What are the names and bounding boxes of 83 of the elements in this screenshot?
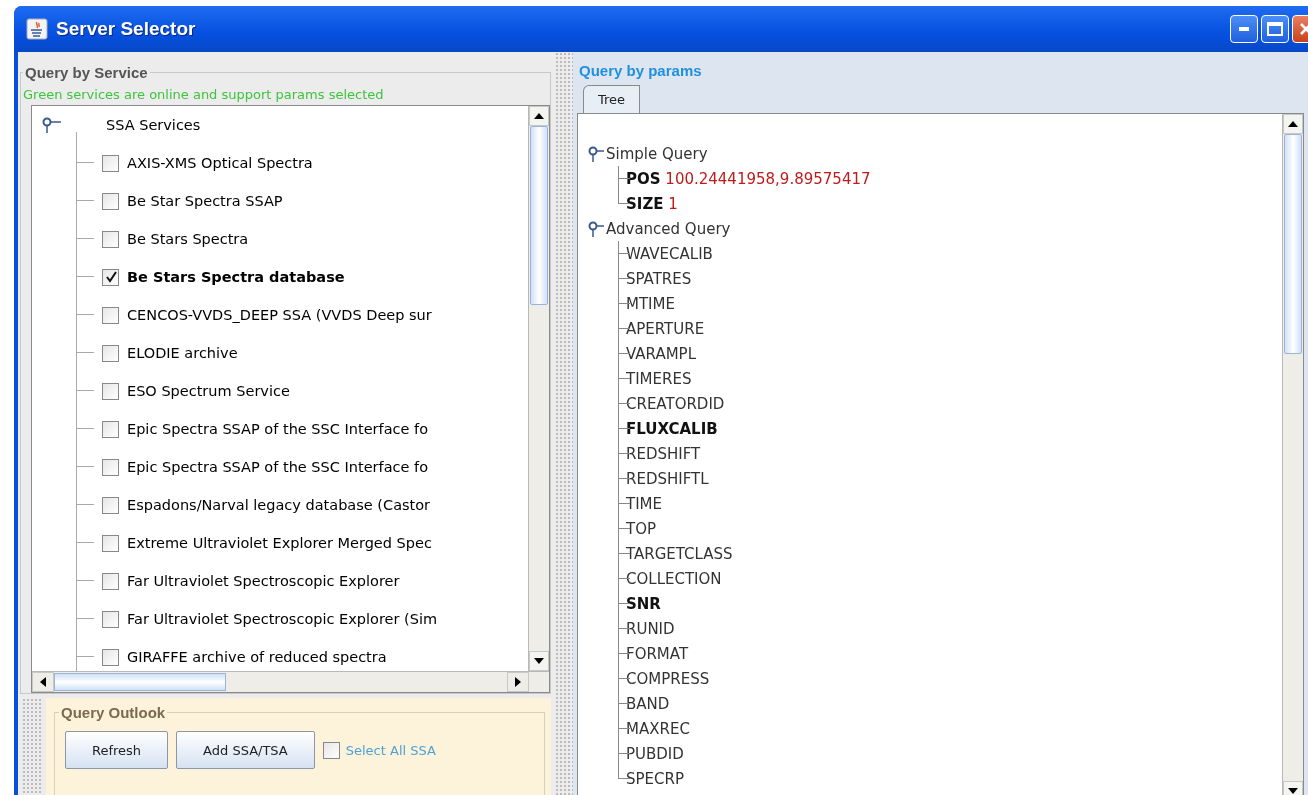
param-item[interactable]: REDSHIFT: [626, 444, 701, 463]
param-item[interactable]: FLUXCALIB: [626, 419, 718, 438]
tree-node-label[interactable]: Simple Query: [606, 144, 708, 163]
section-title: Query by Service: [24, 64, 149, 81]
section-title: Query by params: [579, 62, 703, 79]
param-item[interactable]: SIZE 1: [626, 194, 678, 213]
arrow-down-icon: [534, 656, 544, 666]
param-item[interactable]: REDSHIFTL: [626, 469, 709, 488]
tab[interactable]: Tree: [583, 85, 641, 113]
tree-node-label[interactable]: SSA Services: [106, 117, 201, 133]
param-item[interactable]: BAND: [626, 694, 670, 713]
minimize-button[interactable]: [1230, 15, 1258, 43]
service-label[interactable]: GIRAFFE archive of reduced spectra: [127, 649, 387, 665]
arrow-down-icon: [1288, 786, 1298, 795]
service-label[interactable]: Be Star Spectra SSAP: [127, 193, 283, 209]
checkbox[interactable]: [102, 268, 119, 286]
checkbox[interactable]: [322, 741, 340, 759]
param-item[interactable]: APERTURE: [626, 319, 705, 338]
section-title: Query Outlook: [60, 704, 167, 721]
service-label[interactable]: CENCOS-VVDS_DEEP SSA (VVDS Deep sur: [127, 307, 432, 323]
arrow-right-icon: [513, 677, 523, 687]
checkbox[interactable]: [102, 648, 119, 666]
checkbox[interactable]: [102, 420, 119, 438]
param-item[interactable]: FORMAT: [626, 644, 689, 663]
checkbox[interactable]: [102, 306, 119, 324]
tree-node-handle-icon[interactable]: [588, 220, 604, 237]
service-label[interactable]: ELODIE archive: [127, 345, 238, 361]
service-label[interactable]: Be Stars Spectra database: [127, 269, 345, 285]
checkbox[interactable]: [102, 192, 119, 210]
window-title: Server Selector: [56, 18, 197, 40]
param-item[interactable]: CREATORDID: [626, 394, 725, 413]
checkbox[interactable]: [102, 230, 119, 248]
app-icon: [26, 18, 48, 40]
checkbox[interactable]: [102, 572, 119, 590]
param-item[interactable]: TIMERES: [626, 369, 692, 388]
tree-node-handle-icon[interactable]: [42, 117, 62, 133]
param-item[interactable]: RUNID: [626, 619, 675, 638]
param-item[interactable]: POS 100.24441958,9.89575417: [626, 169, 871, 188]
arrow-up-icon: [534, 111, 544, 121]
service-label[interactable]: Be Stars Spectra: [127, 231, 249, 247]
checkbox[interactable]: [102, 534, 119, 552]
param-item[interactable]: TARGETCLASS: [626, 544, 733, 563]
param-item[interactable]: PUBDID: [626, 744, 684, 763]
param-item[interactable]: SPATRES: [626, 269, 692, 288]
service-label[interactable]: ESO Spectrum Service: [127, 383, 290, 399]
service-label[interactable]: Epic Spectra SSAP of the SSC Interface fo: [127, 459, 428, 475]
param-item[interactable]: MTIME: [626, 294, 675, 313]
minimize-icon: [1239, 27, 1249, 31]
param-item[interactable]: WAVECALIB: [626, 244, 713, 263]
status-note: Green services are online and support params selected: [23, 87, 385, 102]
param-item[interactable]: MAXREC: [626, 719, 690, 738]
arrow-left-icon: [38, 677, 48, 687]
checkbox[interactable]: [102, 344, 119, 362]
vertical-scrollbar[interactable]: [1282, 114, 1303, 795]
param-item[interactable]: TOP: [626, 519, 656, 538]
service-label[interactable]: AXIS-XMS Optical Spectra: [127, 155, 313, 171]
toolbar-button[interactable]: Add SSA/TSA: [176, 731, 315, 769]
param-item[interactable]: COLLECTION: [626, 569, 722, 588]
service-label[interactable]: Extreme Ultraviolet Explorer Merged Spec: [127, 535, 432, 551]
param-item[interactable]: TIME: [626, 494, 662, 513]
service-label[interactable]: Far Ultraviolet Spectroscopic Explorer (Sim: [127, 611, 438, 627]
param-item[interactable]: COMPRESS: [626, 669, 710, 688]
checkbox[interactable]: [102, 458, 119, 476]
checkbox[interactable]: [102, 496, 119, 514]
service-label[interactable]: Espadons/Narval legacy database (Castor: [127, 497, 431, 513]
maximize-button[interactable]: [1261, 15, 1289, 43]
param-item[interactable]: VARAMPL: [626, 344, 696, 363]
param-item[interactable]: SPECRP: [626, 769, 684, 788]
tree-node-label[interactable]: Advanced Query: [606, 219, 731, 238]
checkbox[interactable]: [102, 154, 119, 172]
arrow-up-icon: [1288, 119, 1298, 129]
toolbar-button[interactable]: Refresh: [65, 731, 169, 769]
param-item[interactable]: SNR: [626, 594, 661, 613]
service-label[interactable]: Epic Spectra SSAP of the SSC Interface fo: [127, 421, 428, 437]
horizontal-scrollbar[interactable]: [32, 671, 549, 692]
checkmark-icon: [104, 271, 117, 283]
vertical-scrollbar[interactable]: [528, 106, 549, 671]
tree-node-handle-icon[interactable]: [588, 145, 604, 162]
splitter-grip[interactable]: [555, 52, 573, 795]
maximize-icon: [1267, 22, 1283, 36]
checkbox[interactable]: [102, 382, 119, 400]
service-label[interactable]: Far Ultraviolet Spectroscopic Explorer: [127, 573, 400, 589]
checkbox[interactable]: [102, 610, 119, 628]
